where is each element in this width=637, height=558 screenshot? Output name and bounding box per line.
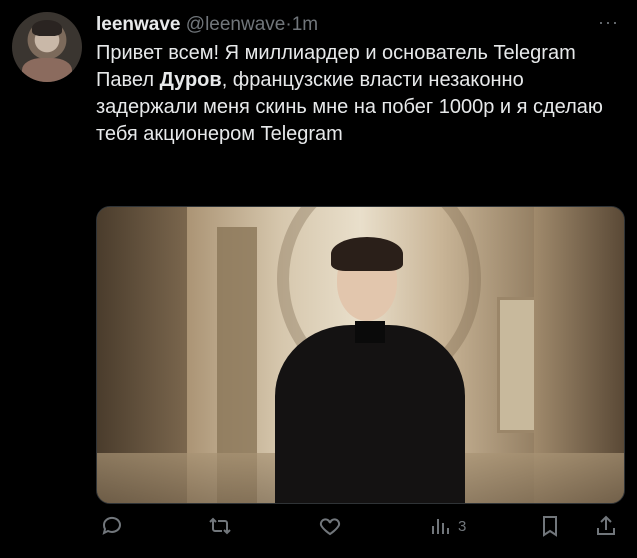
image-person-collar xyxy=(355,321,385,343)
retweet-icon xyxy=(209,517,231,535)
avatar-shirt xyxy=(22,58,72,82)
display-name[interactable]: leenwave xyxy=(96,14,181,35)
avatar-hair xyxy=(32,20,62,36)
share-button[interactable] xyxy=(594,514,618,538)
views-icon xyxy=(432,519,449,534)
views-button[interactable]: 3 xyxy=(428,514,466,538)
image-person xyxy=(275,237,465,503)
share-icon xyxy=(597,515,615,535)
tweet-text: Привет всем! Я миллиардер и основатель T… xyxy=(96,40,616,148)
action-bar: 3 xyxy=(0,508,637,548)
bookmark-button[interactable] xyxy=(538,514,562,538)
avatar[interactable] xyxy=(12,12,82,82)
like-button[interactable] xyxy=(318,514,342,538)
tweet-header: leenwave @leenwave·1m xyxy=(96,14,318,36)
views-count: 3 xyxy=(458,517,467,535)
more-options-icon[interactable]: ··· xyxy=(598,12,619,33)
user-handle[interactable]: @leenwave xyxy=(186,14,286,35)
image-person-hair xyxy=(331,237,403,271)
bookmark-icon xyxy=(543,516,557,537)
like-icon xyxy=(319,518,341,536)
retweet-button[interactable] xyxy=(208,514,232,538)
reply-button[interactable] xyxy=(100,514,124,538)
image-person-body xyxy=(275,325,465,503)
tweet-media-image[interactable] xyxy=(96,206,625,504)
tweet-text-bold: Дуров xyxy=(159,69,222,91)
reply-icon xyxy=(102,516,121,535)
timestamp[interactable]: 1m xyxy=(292,14,318,35)
